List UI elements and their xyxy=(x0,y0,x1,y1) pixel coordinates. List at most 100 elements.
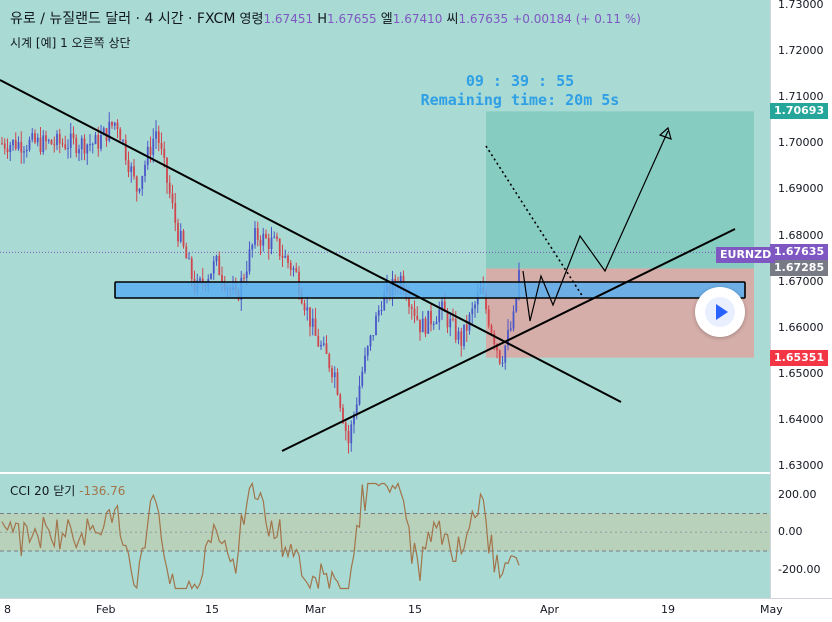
close-label: 씨 xyxy=(446,12,459,27)
change-value: +0.00184 (+ 0.11 %) xyxy=(512,12,641,26)
candle-body xyxy=(366,346,369,356)
candle-body xyxy=(410,306,413,309)
candle-body xyxy=(72,133,75,139)
candle-body xyxy=(287,255,289,263)
candle-body xyxy=(460,331,463,347)
time-tick-label: 15 xyxy=(205,603,219,616)
target-price-badge: 1.70693 xyxy=(770,103,828,120)
candle-body xyxy=(256,228,259,240)
candle-body xyxy=(289,262,292,270)
candle-body xyxy=(163,148,166,158)
candle-body xyxy=(309,307,311,327)
support-zone-band[interactable] xyxy=(114,281,746,299)
price-tick-label: 1.71000 xyxy=(778,90,824,104)
candle-body xyxy=(512,311,515,329)
chart-subtitle: 시계 [예] 1 오른쪽 상단 xyxy=(10,36,131,50)
candle-body xyxy=(314,318,317,336)
price-tick-label: 1.72000 xyxy=(778,44,824,58)
candle-body xyxy=(218,255,221,276)
cci-value: -136.76 xyxy=(79,484,126,498)
price-tick-label: 1.67000 xyxy=(778,274,824,288)
candle-body xyxy=(190,258,193,280)
profit-zone[interactable] xyxy=(486,111,754,269)
candle-body xyxy=(339,394,342,408)
candle-body xyxy=(3,143,6,149)
candle-body xyxy=(490,325,493,334)
candle-body xyxy=(270,237,273,250)
candle-body xyxy=(47,140,50,142)
candle-body xyxy=(188,258,190,260)
close-value: 1.67635 xyxy=(458,12,509,26)
timer-remaining: Remaining time: 20m 5s xyxy=(420,91,620,109)
candle-body xyxy=(130,166,133,172)
candle-body xyxy=(64,144,67,149)
symbol-legend[interactable]: 유로 / 뉴질랜드 달러 · 4 시간 · FXCM 영령1.67451 H1.… xyxy=(10,8,641,28)
candle-body xyxy=(199,278,201,281)
stop-price-badge: 1.65351 xyxy=(770,349,828,366)
candle-body xyxy=(67,148,69,150)
candle-body xyxy=(325,343,328,354)
candle-body xyxy=(421,318,424,333)
candle-body xyxy=(157,131,160,144)
candle-body xyxy=(463,324,465,347)
candle-body xyxy=(432,323,435,325)
candle-body xyxy=(416,315,419,320)
candle-body xyxy=(39,137,42,153)
candle-body xyxy=(97,135,100,149)
candle-body xyxy=(369,335,372,347)
candle-body xyxy=(75,138,78,154)
candle-body xyxy=(185,246,188,259)
candle-body xyxy=(23,151,25,153)
time-tick-label: 19 xyxy=(661,603,675,616)
candle-body xyxy=(254,228,256,245)
candle-body xyxy=(344,422,347,432)
candle-body xyxy=(498,350,501,364)
cci-legend[interactable]: CCI 20 닫기 -136.76 xyxy=(10,482,125,499)
candle-body xyxy=(245,271,248,279)
candle-body xyxy=(487,309,490,326)
candle-body xyxy=(78,149,80,154)
candle-body xyxy=(45,135,47,142)
candle-body xyxy=(267,238,270,250)
candle-body xyxy=(212,261,215,274)
timer-clock: 09 : 39 : 55 xyxy=(465,72,575,90)
candle-body xyxy=(53,144,56,146)
candle-body xyxy=(179,230,182,242)
candle-body xyxy=(89,144,91,146)
candle-body xyxy=(182,230,185,247)
candle-body xyxy=(419,319,421,333)
candle-body xyxy=(358,385,361,405)
play-button[interactable] xyxy=(695,287,745,337)
candle-body xyxy=(278,238,281,256)
candle-body xyxy=(273,236,276,238)
candle-body xyxy=(100,135,102,149)
candle-body xyxy=(413,308,416,316)
price-tick-label: 1.70000 xyxy=(778,136,824,150)
time-tick-label: Mar xyxy=(305,603,326,616)
cci-label: CCI 20 닫기 xyxy=(10,484,76,498)
candle-body xyxy=(133,166,135,177)
candle-body xyxy=(251,244,254,250)
candle-body xyxy=(281,255,284,258)
candle-body xyxy=(317,335,320,347)
candle-body xyxy=(94,135,97,144)
candle-body xyxy=(86,144,89,154)
candle-body xyxy=(501,362,504,364)
candle-body xyxy=(28,139,31,150)
candle-body xyxy=(265,233,267,239)
candle-body xyxy=(377,310,380,316)
candle-body xyxy=(160,143,163,149)
price-tick-label: 1.68000 xyxy=(778,228,824,242)
candle-body xyxy=(119,129,122,141)
candle-body xyxy=(438,309,441,322)
candle-body xyxy=(12,140,14,146)
candle-body xyxy=(446,311,449,328)
candle-body xyxy=(372,335,375,337)
candle-body xyxy=(56,133,58,146)
cci-tick-label: 0.00 xyxy=(778,525,803,539)
candle-body xyxy=(449,318,452,328)
candle-body xyxy=(83,138,86,154)
candle-body xyxy=(127,160,130,172)
candle-body xyxy=(116,122,119,130)
candle-body xyxy=(509,328,512,331)
